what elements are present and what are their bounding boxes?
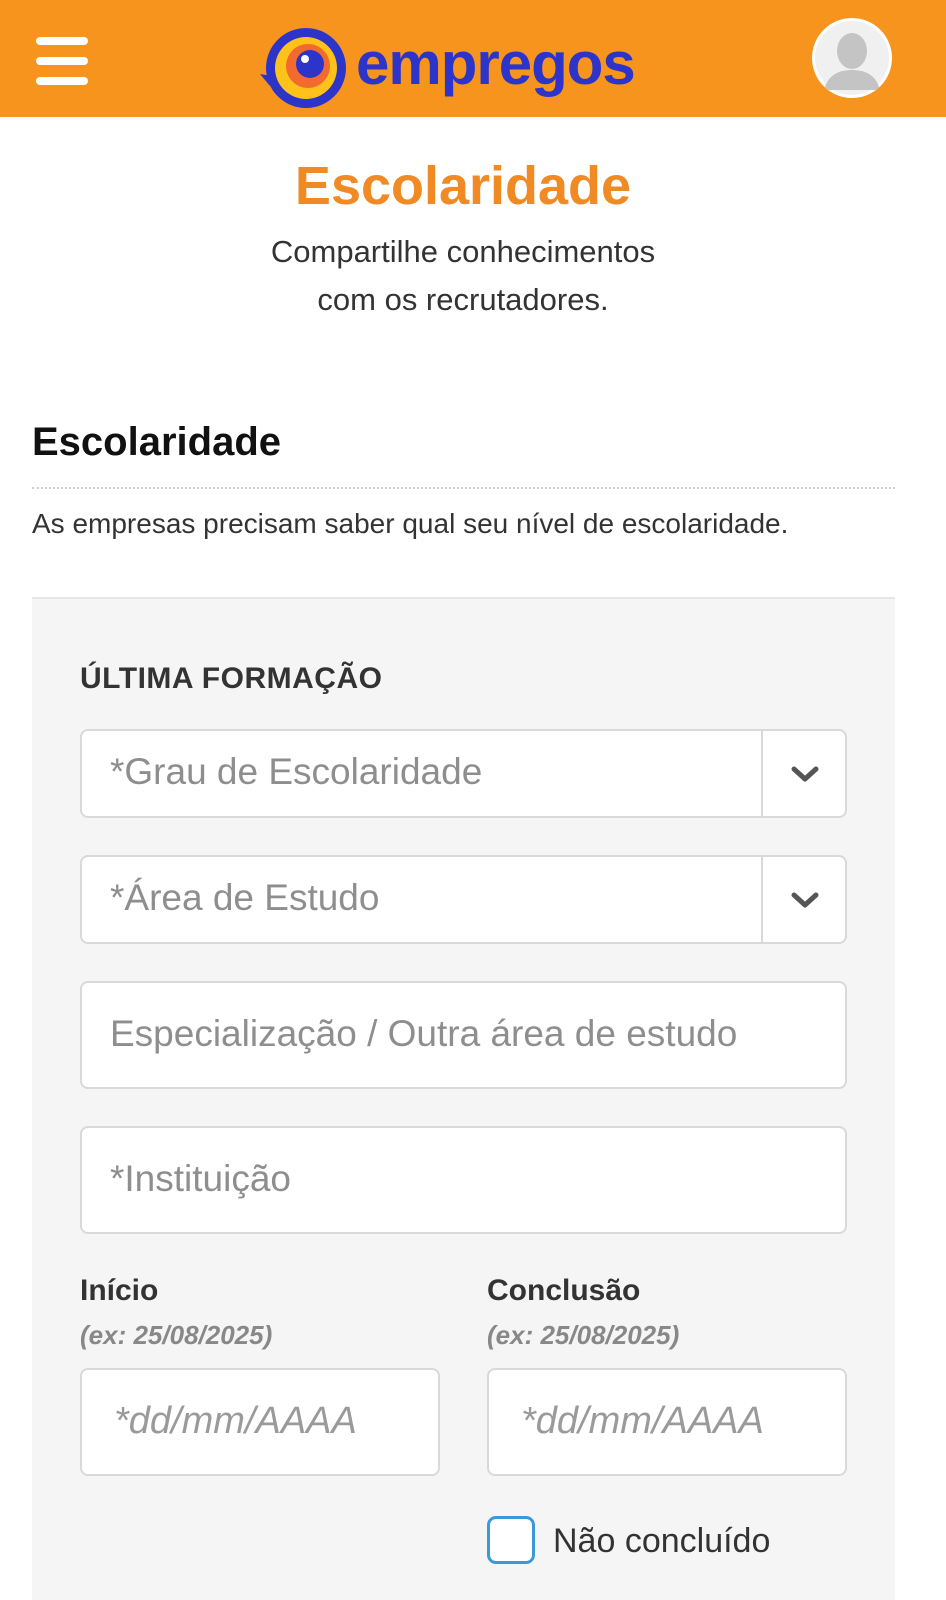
- user-avatar[interactable]: [812, 18, 892, 98]
- nao-concluido-label[interactable]: Não concluído: [553, 1522, 770, 1561]
- conclusao-label: Conclusão: [487, 1274, 641, 1307]
- page-title: Escolaridade: [294, 156, 632, 216]
- hamburger-menu-icon[interactable]: [36, 37, 88, 85]
- inicio-label: Início: [80, 1274, 159, 1307]
- menu-line: [36, 37, 88, 45]
- page-subtitle: Compartilhe conhecimentos com os recruta…: [0, 228, 926, 324]
- instituicao-placeholder: *Instituição: [110, 1158, 291, 1199]
- chevron-down-icon: [791, 766, 819, 782]
- section-title: Escolaridade: [32, 420, 282, 464]
- inicio-date-input[interactable]: *dd/mm/AAAA: [80, 1368, 440, 1476]
- instituicao-input[interactable]: *Instituição: [80, 1126, 847, 1234]
- conclusao-date-input[interactable]: *dd/mm/AAAA: [487, 1368, 847, 1476]
- inicio-hint: (ex: 25/08/2025): [80, 1320, 273, 1350]
- area-estudo-placeholder: *Área de Estudo: [110, 877, 380, 918]
- especializacao-placeholder: Especialização / Outra área de estudo: [110, 1013, 738, 1054]
- nao-concluido-checkbox[interactable]: [487, 1516, 535, 1564]
- grau-escolaridade-select[interactable]: *Grau de Escolaridade: [80, 729, 847, 818]
- top-bar: empregos: [0, 0, 946, 117]
- menu-line: [36, 77, 88, 85]
- conclusao-placeholder: *dd/mm/AAAA: [521, 1400, 764, 1442]
- menu-line: [36, 57, 88, 65]
- inicio-placeholder: *dd/mm/AAAA: [114, 1400, 357, 1442]
- eye-logo-icon: [260, 28, 346, 108]
- grau-escolaridade-placeholder: *Grau de Escolaridade: [110, 751, 483, 792]
- area-estudo-select[interactable]: *Área de Estudo: [80, 855, 847, 944]
- area-dropdown-toggle[interactable]: [761, 857, 845, 942]
- form-heading: ÚLTIMA FORMAÇÃO: [80, 662, 383, 695]
- page-subtitle-line: com os recrutadores.: [317, 282, 609, 317]
- brand-logo[interactable]: empregos: [258, 24, 678, 112]
- brand-name: empregos: [356, 30, 636, 97]
- section-divider: [32, 487, 895, 489]
- especializacao-input[interactable]: Especialização / Outra área de estudo: [80, 981, 847, 1089]
- grau-dropdown-toggle[interactable]: [761, 731, 845, 816]
- user-silhouette-icon: [815, 21, 889, 95]
- section-description: As empresas precisam saber qual seu níve…: [32, 508, 789, 539]
- conclusao-hint: (ex: 25/08/2025): [487, 1320, 680, 1350]
- chevron-down-icon: [791, 892, 819, 908]
- page-subtitle-line: Compartilhe conhecimentos: [270, 234, 656, 269]
